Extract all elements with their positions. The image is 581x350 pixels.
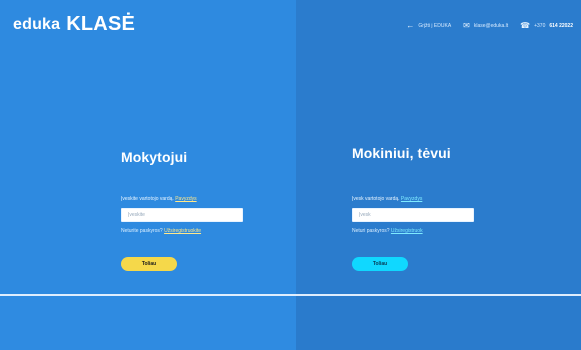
- top-navigation: ← Grįžti į EDUKA ✉ klase@eduka.lt ☎ +370…: [406, 22, 573, 30]
- student-register-link[interactable]: Užsiregistruok: [391, 228, 423, 234]
- phone-icon: ☎: [520, 21, 531, 30]
- phone-link[interactable]: ☎ +370 614 22022: [520, 22, 573, 30]
- student-prompt-text: Įvesk vartotojo vardą.: [352, 196, 400, 202]
- teacher-register-link[interactable]: Užsiregistruokite: [164, 228, 201, 234]
- arrow-left-icon: ←: [406, 21, 415, 30]
- student-continue-button[interactable]: Toliau: [352, 257, 408, 271]
- phone-main: 614 22022: [549, 23, 573, 29]
- back-label: Grįžti į EDUKA: [418, 23, 452, 29]
- student-note-text: Neturi paskyros?: [352, 228, 390, 234]
- student-username-input[interactable]: Įvesk: [352, 208, 474, 222]
- bottom-left-area: [0, 296, 296, 350]
- student-register-note: Neturi paskyros? Užsiregistruok: [352, 228, 423, 234]
- mail-icon: ✉: [463, 21, 470, 30]
- teacher-prompt: Įveskite vartotojo vardą. Pavyzdys: [121, 196, 197, 202]
- email-label: klase@eduka.lt: [473, 23, 509, 29]
- teacher-continue-button[interactable]: Toliau: [121, 257, 177, 271]
- teacher-register-note: Neturite paskyros? Užsiregistruokite: [121, 228, 201, 234]
- bottom-right-area: [296, 296, 581, 350]
- logo-main: eduka: [13, 16, 61, 33]
- phone-prefix: +370: [534, 23, 546, 29]
- teacher-note-text: Neturite paskyros?: [121, 228, 163, 234]
- teacher-input-placeholder: Įveskite: [128, 212, 145, 218]
- eduka-logo[interactable]: eduka KLASĖ: [13, 14, 135, 34]
- teacher-prompt-text: Įveskite vartotojo vardą.: [121, 196, 174, 202]
- logo-sub: KLASĖ: [66, 13, 136, 35]
- teacher-username-input[interactable]: Įveskite: [121, 208, 243, 222]
- teacher-example-link[interactable]: Pavyzdys: [175, 196, 196, 202]
- student-title: Mokiniui, tėvui: [352, 145, 451, 161]
- email-link[interactable]: ✉ klase@eduka.lt: [463, 22, 508, 30]
- back-link[interactable]: ← Grįžti į EDUKA: [406, 22, 451, 30]
- student-prompt: Įvesk vartotojo vardą. Pavyzdys: [352, 196, 422, 202]
- student-input-placeholder: Įvesk: [359, 212, 371, 218]
- student-example-link[interactable]: Pavyzdys: [401, 196, 422, 202]
- teacher-title: Mokytojui: [121, 149, 188, 165]
